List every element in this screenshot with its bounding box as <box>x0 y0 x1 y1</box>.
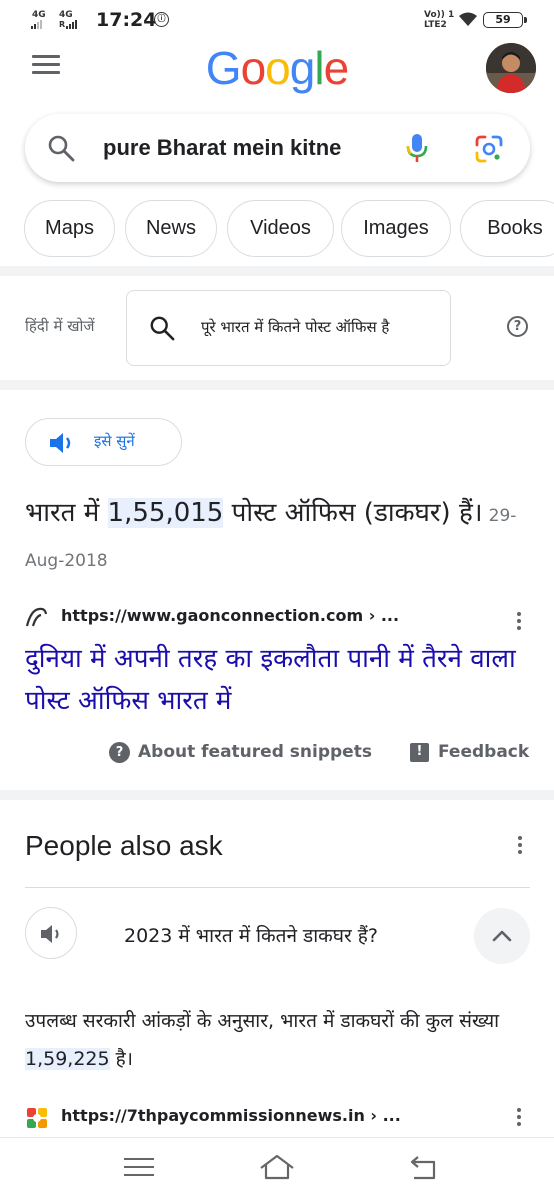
search-icon <box>48 135 75 162</box>
logo-letter: l <box>314 42 324 94</box>
more-options-icon[interactable] <box>516 836 524 860</box>
wifi-icon <box>459 12 477 26</box>
search-input[interactable]: pure Bharat mein kitne <box>103 135 408 161</box>
chip-books[interactable]: Books <box>460 200 554 257</box>
answer-text-end: पोस्ट ऑफिस (डाकघर) हैं। <box>223 498 483 528</box>
chip-videos[interactable]: Videos <box>227 200 334 257</box>
volte-line-1: Vo)) 1 <box>424 10 455 20</box>
hindi-search-label: हिंदी में खोजें <box>25 317 95 335</box>
section-divider <box>0 266 554 276</box>
source-url: https://www.gaonconnection.com › ... <box>61 606 400 625</box>
logo-letter: o <box>240 42 267 94</box>
chevron-up-icon <box>492 930 512 942</box>
search-bar[interactable]: pure Bharat mein kitne <box>25 114 530 182</box>
feedback-label: Feedback <box>438 742 530 762</box>
data-saver-icon: ⓘ <box>154 12 169 27</box>
question-circle-icon: ? <box>109 742 130 763</box>
speaker-icon <box>50 433 71 453</box>
network-type-2: 4G <box>59 10 73 20</box>
answer-text-end: है। <box>109 1048 133 1070</box>
answer-text: भारत में <box>25 498 108 528</box>
search-icon <box>150 316 175 341</box>
featured-answer: भारत में 1,55,015 पोस्ट ऑफिस (डाकघर) हैं… <box>25 492 535 582</box>
battery-icon: 59 <box>483 12 527 28</box>
chip-news[interactable]: News <box>125 200 217 257</box>
site-favicon-icon <box>25 607 48 627</box>
back-icon[interactable] <box>408 1154 438 1182</box>
recent-apps-icon[interactable] <box>124 1158 154 1178</box>
question-text[interactable]: 2023 में भारत में कितने डाकघर हैं? <box>124 922 378 948</box>
feedback-icon: ! <box>410 743 429 762</box>
more-options-icon[interactable] <box>515 1108 523 1132</box>
section-divider <box>0 380 554 390</box>
answer-highlight: 1,55,015 <box>107 498 224 528</box>
divider <box>25 887 530 888</box>
system-navigation-bar <box>0 1137 554 1200</box>
signal-icon-1 <box>31 20 42 29</box>
answer-text: उपलब्ध सरकारी आंकड़ों के अनुसार, भारत मे… <box>25 1010 500 1032</box>
google-logo[interactable]: Google <box>0 38 554 98</box>
answer-source[interactable]: https://7thpaycommissionnews.in › ... <box>25 1104 535 1132</box>
question-answer: उपलब्ध सरकारी आंकड़ों के अनुसार, भारत मे… <box>25 1002 540 1078</box>
answer-highlight: 1,59,225 <box>25 1048 110 1070</box>
about-featured-snippets[interactable]: ? About featured snippets <box>109 740 379 766</box>
site-favicon-icon <box>27 1108 47 1128</box>
search-filter-chips: Maps News Videos Images Books <box>24 200 554 257</box>
about-label: About featured snippets <box>138 742 372 762</box>
google-lens-icon[interactable] <box>474 134 504 164</box>
clock: 17:24 <box>96 9 157 31</box>
listen-button[interactable]: इसे सुनें <box>25 418 182 466</box>
logo-letter: o <box>265 42 291 94</box>
more-options-icon[interactable] <box>515 612 523 636</box>
feedback-button[interactable]: ! Feedback <box>410 740 534 766</box>
result-title-link[interactable]: दुनिया में अपनी तरह का इकलौता पानी में त… <box>25 638 540 722</box>
logo-letter: G <box>205 42 242 94</box>
logo-letter: e <box>323 42 350 94</box>
hindi-search-query: पूरे भारत में कितने पोस्ट ऑफिस है <box>201 318 390 336</box>
logo-letter: g <box>289 42 316 94</box>
network-type-1: 4G <box>32 10 46 20</box>
help-icon[interactable]: ? <box>507 316 528 337</box>
section-divider <box>0 790 554 800</box>
snippet-source[interactable]: https://www.gaonconnection.com › ... <box>25 604 535 630</box>
read-aloud-button[interactable] <box>25 907 77 959</box>
speaker-icon <box>41 925 59 943</box>
chip-images[interactable]: Images <box>341 200 451 257</box>
chip-maps[interactable]: Maps <box>24 200 115 257</box>
hindi-search-suggestion[interactable]: पूरे भारत में कितने पोस्ट ऑफिस है <box>126 290 451 366</box>
source-url: https://7thpaycommissionnews.in › ... <box>61 1106 401 1125</box>
collapse-button[interactable] <box>474 908 530 964</box>
profile-photo <box>486 43 536 93</box>
mic-icon[interactable] <box>405 132 429 164</box>
roaming-indicator: R <box>59 20 66 29</box>
volte-line-2: LTE2 <box>424 20 447 30</box>
avatar[interactable] <box>486 43 536 93</box>
status-bar: 4G 4G R 17:24 ⓘ Vo)) 1 LTE2 59 <box>0 0 554 40</box>
signal-icon-2 <box>66 20 77 29</box>
home-icon[interactable] <box>258 1152 296 1182</box>
volte-indicator: Vo)) 1 LTE2 <box>424 10 454 30</box>
people-also-ask-title: People also ask <box>25 830 223 861</box>
listen-label: इसे सुनें <box>94 432 135 450</box>
